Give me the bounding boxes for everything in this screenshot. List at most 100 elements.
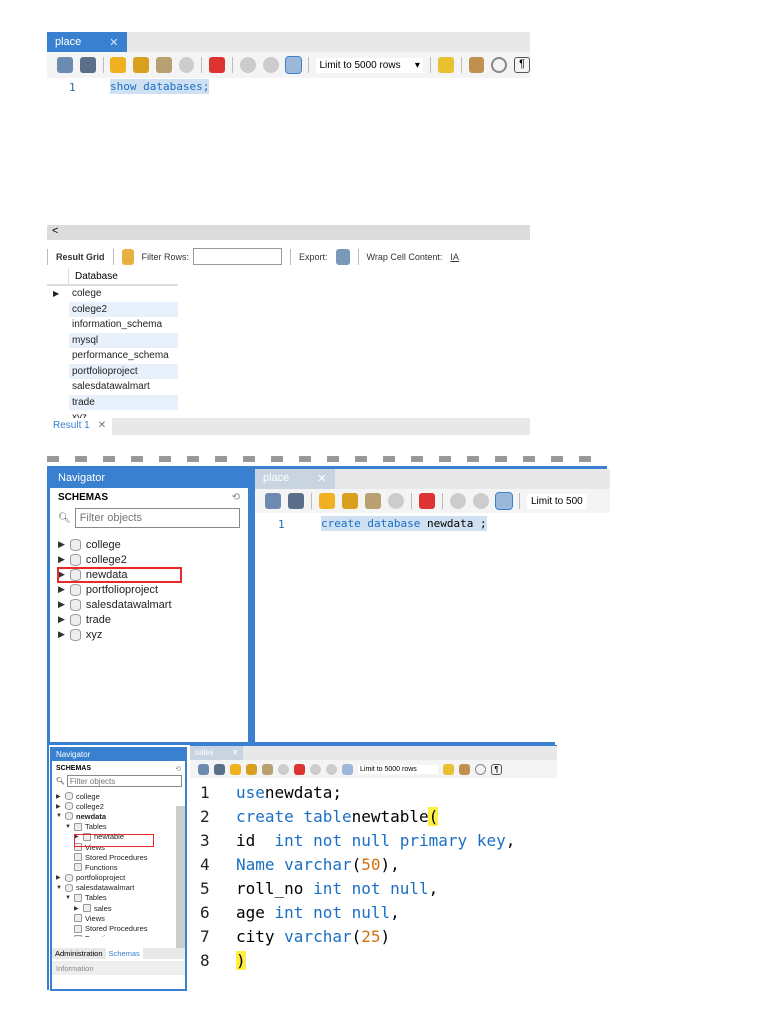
tab-place[interactable]: place ✕ (47, 32, 127, 52)
open-folder-icon[interactable] (265, 493, 281, 509)
stop-icon[interactable] (278, 763, 289, 775)
tree-item[interactable]: ▶ college (56, 791, 176, 801)
expand-arrow-icon[interactable]: ▶ (58, 629, 65, 640)
schema-item[interactable]: ▶ xyz (58, 627, 248, 642)
save-icon[interactable] (288, 493, 304, 509)
table-row[interactable]: mysql (47, 332, 530, 348)
wrap-cell-icon[interactable]: IA (450, 252, 459, 262)
table-row[interactable]: performance_schema (47, 348, 530, 364)
expand-arrow-icon[interactable]: ▼ (56, 885, 62, 891)
table-cell[interactable]: portfolioproject (69, 363, 178, 379)
tree-item[interactable]: Stored Procedures (56, 852, 176, 862)
expand-arrow-icon[interactable]: ▶ (56, 803, 62, 810)
table-row[interactable]: trade (47, 394, 530, 410)
close-icon[interactable]: ✕ (98, 420, 106, 433)
tree-item[interactable]: Views (56, 913, 176, 923)
expand-arrow-icon[interactable]: ▶ (56, 874, 62, 881)
stop-icon[interactable] (388, 493, 404, 509)
expand-arrow-icon[interactable]: ▶ (56, 793, 62, 800)
tree-item[interactable]: Functions (56, 862, 176, 872)
save-icon[interactable] (214, 763, 225, 775)
tree-item[interactable]: ▶ sales (56, 903, 176, 913)
autocommit-icon[interactable] (342, 763, 353, 775)
rollback-icon[interactable] (326, 763, 337, 775)
expand-arrow-icon[interactable]: ▶ (58, 614, 65, 625)
expand-arrow-icon[interactable]: ▼ (56, 813, 62, 819)
filter-objects-input[interactable] (66, 775, 182, 787)
filter-rows-input[interactable] (193, 248, 283, 265)
explain-icon[interactable] (365, 493, 381, 509)
expand-arrow-icon[interactable]: ▶ (74, 905, 80, 912)
filter-objects-input[interactable] (74, 508, 240, 528)
table-row[interactable]: portfolioproject (47, 363, 530, 379)
rollback-icon[interactable] (473, 493, 489, 509)
toggle-error-icon[interactable] (419, 493, 435, 509)
execute-icon[interactable] (230, 763, 241, 775)
tree-item[interactable]: ▼ newdata (56, 811, 176, 821)
autocommit-icon[interactable] (284, 56, 303, 74)
grid-layout-icon[interactable] (121, 248, 134, 265)
close-icon[interactable]: ✕ (317, 472, 326, 486)
tree-item[interactable]: ▼ salesdatawalmart (56, 883, 176, 893)
tab-schemas[interactable]: Schemas (105, 948, 143, 959)
toggle-error-icon[interactable] (209, 57, 226, 73)
close-icon[interactable]: ✕ (109, 36, 118, 49)
tree-item[interactable]: Functions (56, 934, 176, 937)
schema-item[interactable]: ▶ trade (58, 612, 248, 627)
table-cell[interactable]: xyz (69, 410, 178, 418)
execute-current-icon[interactable] (133, 57, 149, 73)
tab-sales[interactable]: sales ✕ (190, 746, 244, 760)
search-icon[interactable] (491, 57, 508, 73)
expand-arrow-icon[interactable]: ▶ (58, 584, 65, 595)
schema-item[interactable]: ▶ salesdatawalmart (58, 597, 248, 612)
commit-icon[interactable] (310, 763, 321, 775)
close-icon[interactable]: ✕ (232, 748, 239, 758)
explain-icon[interactable] (262, 763, 273, 775)
expand-arrow-icon[interactable]: ▶ (58, 539, 65, 550)
refresh-icon[interactable]: ⟲ (175, 765, 181, 773)
tree-item[interactable]: ▼ Tables (56, 822, 176, 832)
schema-item[interactable]: ▶ college (58, 537, 248, 552)
vertical-scrollbar[interactable] (176, 806, 185, 951)
table-row[interactable]: xyz (47, 410, 530, 418)
horizontal-scrollbar[interactable]: < (47, 225, 530, 240)
stop-icon[interactable] (178, 57, 195, 73)
table-cell[interactable]: salesdatawalmart (69, 379, 178, 395)
sql-editor[interactable]: 1 create database newdata ; (255, 513, 610, 742)
table-cell[interactable]: information_schema (69, 317, 178, 333)
result-grid-button[interactable]: Result Grid (56, 252, 105, 262)
search-icon[interactable] (475, 763, 486, 775)
sql-editor[interactable]: 1 use newdata; 2 create table newtable(3 id in… (190, 778, 557, 972)
tab-administration[interactable]: Administration (52, 948, 106, 959)
limit-rows-select[interactable]: Limit to 5000 rows (358, 764, 438, 774)
explain-icon[interactable] (155, 57, 172, 73)
table-cell[interactable]: mysql (69, 332, 178, 348)
tree-item[interactable]: Stored Procedures (56, 923, 176, 933)
expand-arrow-icon[interactable]: ▼ (65, 895, 71, 901)
table-cell[interactable]: performance_schema (69, 348, 178, 364)
tree-item[interactable]: ▶ portfolioproject (56, 873, 176, 883)
tree-item[interactable]: ▶ college2 (56, 801, 176, 811)
rollback-icon[interactable] (262, 57, 279, 73)
limit-rows-select[interactable]: Limit to 5000 rows ▾ (316, 57, 423, 73)
open-folder-icon[interactable] (57, 57, 73, 73)
execute-icon[interactable] (319, 493, 335, 509)
autocommit-icon[interactable] (495, 492, 513, 510)
add-snippet-icon[interactable] (437, 57, 454, 73)
tab-place[interactable]: place ✕ (255, 469, 335, 489)
open-folder-icon[interactable] (198, 763, 209, 775)
beautify-icon[interactable] (459, 763, 470, 775)
toggle-error-icon[interactable] (294, 763, 305, 775)
invisible-chars-icon[interactable]: ¶ (491, 763, 502, 775)
commit-icon[interactable] (240, 57, 256, 73)
refresh-icon[interactable]: ⟲ (232, 492, 240, 503)
schema-item[interactable]: ▶ college2 (58, 552, 248, 567)
add-snippet-icon[interactable] (443, 763, 454, 775)
table-cell[interactable]: colege (69, 286, 178, 302)
save-icon[interactable] (79, 57, 96, 73)
table-cell[interactable]: trade (69, 394, 178, 410)
export-icon[interactable] (335, 248, 350, 265)
execute-current-icon[interactable] (246, 763, 257, 775)
table-row[interactable]: ▶ colege (47, 286, 530, 302)
invisible-chars-icon[interactable]: ¶ (514, 57, 530, 73)
